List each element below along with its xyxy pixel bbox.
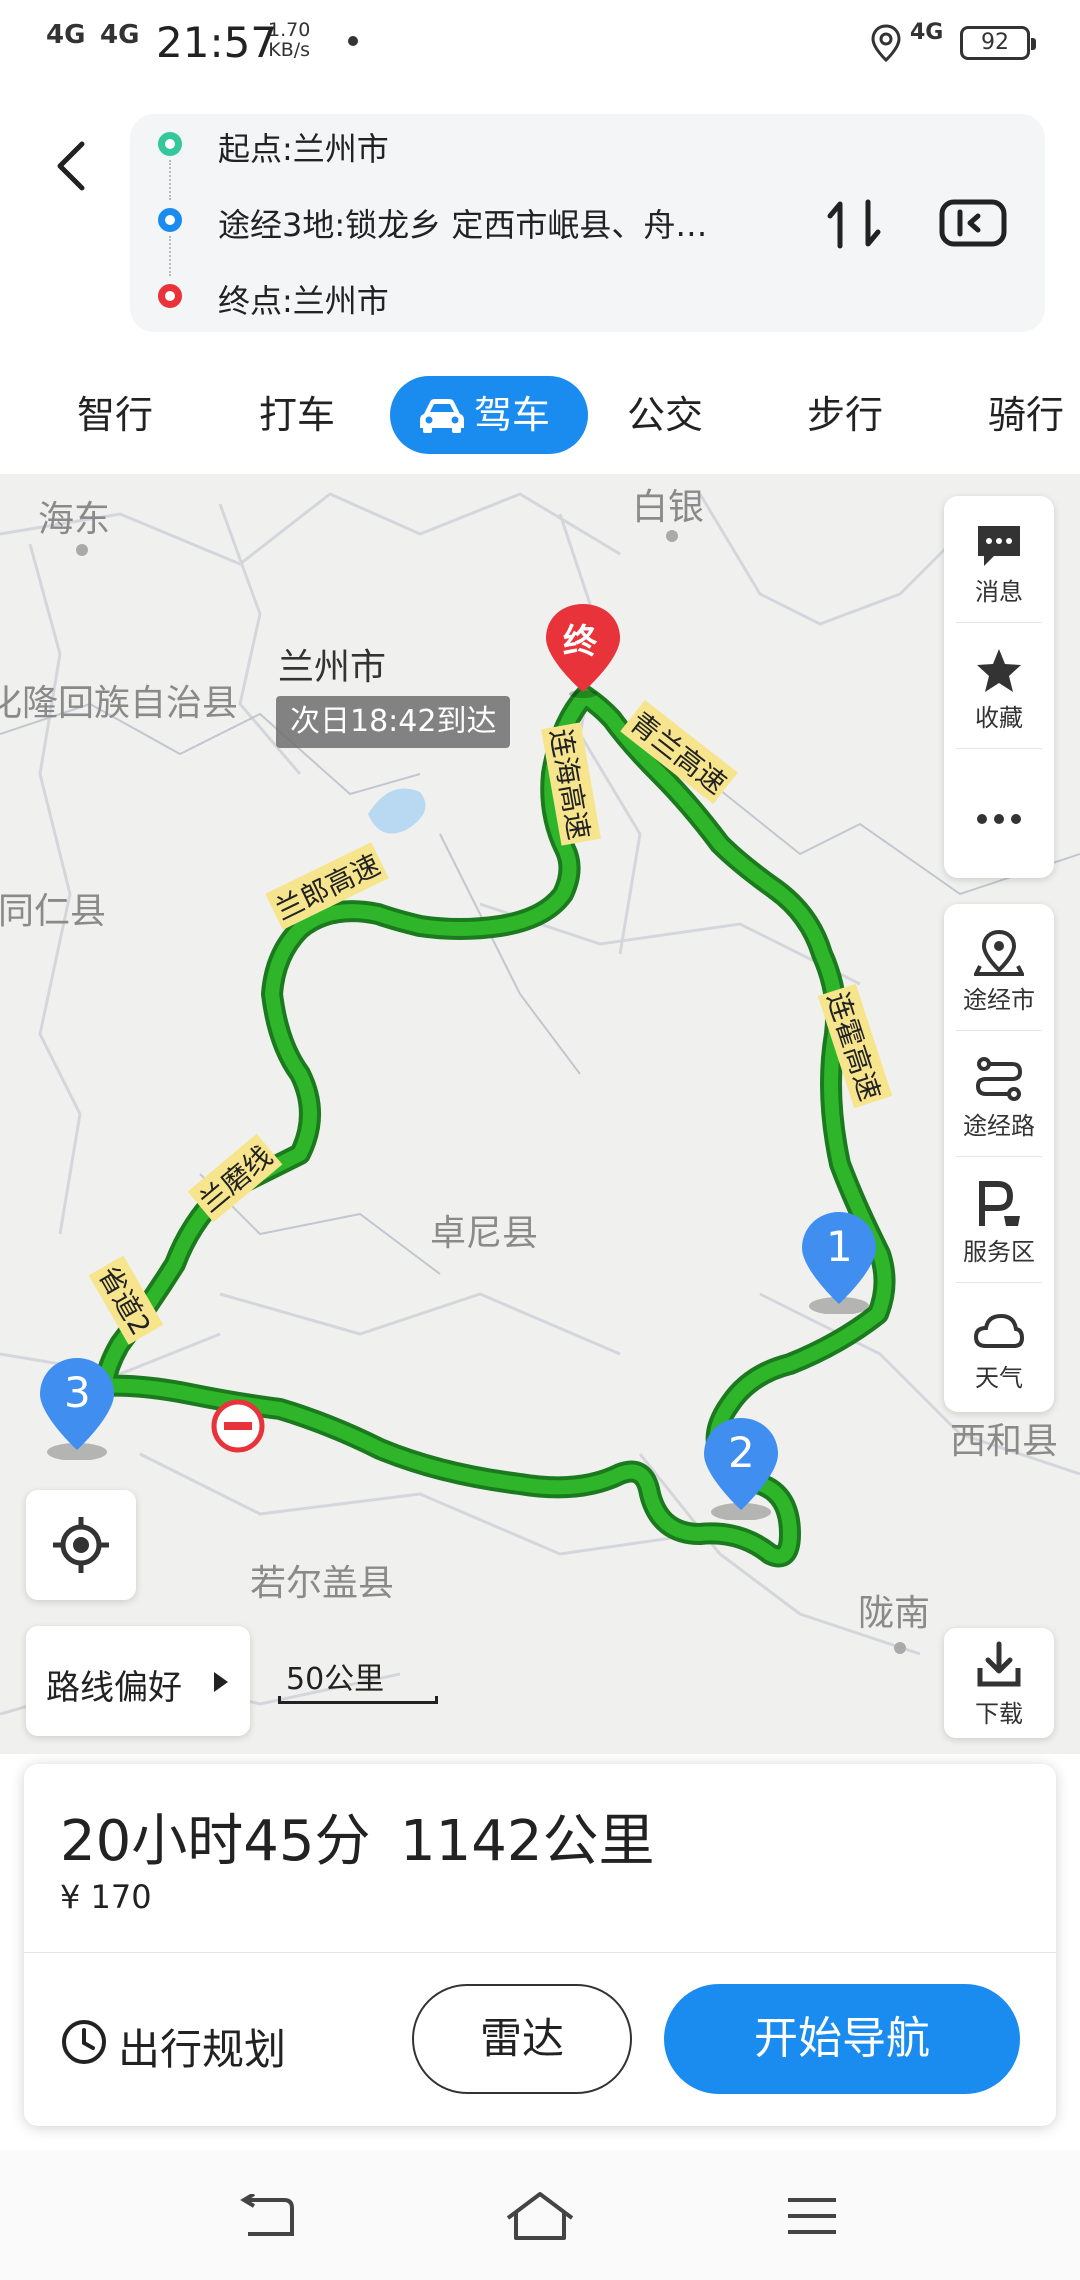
place-longnan: 陇南	[858, 1593, 931, 1634]
place-ruoergai: 若尔盖县	[250, 1563, 395, 1604]
place-zhuoni: 卓尼县	[430, 1213, 539, 1254]
clock-icon	[62, 2020, 106, 2064]
waypoint-3-label: 3	[64, 1368, 91, 1417]
battery-indicator: 92	[960, 26, 1036, 60]
swap-icon[interactable]	[826, 196, 882, 252]
signal-1: 4G	[46, 20, 86, 50]
place-baiyin: 白银	[632, 487, 705, 528]
place-lanzhou: 兰州市	[278, 647, 387, 688]
signal-2: 4G	[100, 20, 140, 50]
tab-drive[interactable]: 驾车	[390, 376, 588, 454]
back-arrow-icon[interactable]	[52, 140, 92, 192]
triangle-right-icon	[214, 1672, 228, 1692]
map-pin-icon	[974, 929, 1024, 976]
add-waypoint-icon[interactable]	[938, 198, 1008, 248]
tab-bike[interactable]: 骑行	[960, 376, 1080, 454]
weather-button[interactable]: 天气	[944, 1282, 1054, 1408]
place-hualong: 化隆回族自治县	[0, 683, 239, 724]
net-speed: 1.70 KB/s	[268, 19, 311, 61]
menu-icon[interactable]	[784, 2196, 840, 2236]
duration: 20小时45分	[60, 1809, 371, 1874]
download-button[interactable]: 下载	[944, 1628, 1054, 1738]
end-dot-icon	[158, 284, 182, 308]
transport-tabs: 智行 打车 驾车 公交 步行 骑行	[0, 354, 1080, 474]
tab-bus[interactable]: 公交	[590, 376, 740, 454]
service-area-button[interactable]: 服务区	[944, 1156, 1054, 1282]
via-dot-icon	[158, 208, 182, 232]
scale-label: 50公里	[286, 1662, 385, 1697]
route-summary-panel: 20小时45分 1142公里 ¥ 170 出行规划 雷达 开始导航	[24, 1764, 1056, 2126]
tab-taxi[interactable]: 打车	[222, 376, 372, 454]
more-icon	[977, 814, 1021, 824]
star-icon	[977, 649, 1021, 692]
clock: 21:57	[156, 18, 278, 67]
locate-button[interactable]	[26, 1490, 136, 1600]
message-icon	[978, 526, 1020, 566]
signal-right: 4G	[910, 20, 944, 45]
end-marker-label: 终	[563, 622, 597, 662]
home-icon[interactable]	[504, 2190, 576, 2244]
radar-button[interactable]: 雷达	[412, 1984, 632, 2094]
place-xihe: 西和县	[950, 1421, 1059, 1462]
scale-bar	[278, 1696, 438, 1704]
via-city-button[interactable]: 途经市	[944, 904, 1054, 1030]
place-haidong: 海东	[38, 499, 111, 540]
place-tongren: 同仁县	[0, 891, 107, 932]
start-dot-icon	[158, 132, 182, 156]
side-tools-top: 消息 收藏	[944, 496, 1054, 878]
arrival-time: 次日18:42到达	[276, 696, 511, 748]
route-icon	[975, 1057, 1023, 1101]
tab-smart[interactable]: 智行	[40, 376, 190, 454]
car-icon	[420, 399, 464, 433]
toll-cost: ¥ 170	[60, 1878, 152, 1916]
download-icon	[977, 1641, 1021, 1687]
message-button[interactable]: 消息	[944, 496, 1054, 622]
via-road-button[interactable]: 途经路	[944, 1030, 1054, 1156]
map-view[interactable]: 海东 白银 兰州市 化隆回族自治县 同仁县 卓尼县 西和县 陇南 若尔盖县 兰郎…	[0, 474, 1080, 1754]
notification-dot	[348, 36, 358, 46]
crosshair-icon	[53, 1517, 109, 1573]
distance: 1142公里	[400, 1809, 655, 1874]
more-button[interactable]	[944, 748, 1054, 874]
cloud-icon	[974, 1313, 1024, 1348]
end-point[interactable]: 终点:兰州市	[218, 276, 389, 322]
waypoint-1-label: 1	[826, 1222, 853, 1271]
location-icon	[871, 24, 901, 62]
trip-plan-button[interactable]: 出行规划	[60, 1996, 300, 2086]
tab-walk[interactable]: 步行	[770, 376, 920, 454]
waypoint-2-label: 2	[728, 1428, 755, 1477]
route-input-box: 起点:兰州市 途经3地:锁龙乡 定西市岷县、舟… 终点:兰州市	[130, 114, 1045, 332]
system-nav-bar	[0, 2150, 1080, 2280]
start-point[interactable]: 起点:兰州市	[218, 124, 389, 170]
route-preference-button[interactable]: 路线偏好	[26, 1626, 250, 1736]
parking-icon	[979, 1181, 1020, 1226]
start-navigation-button[interactable]: 开始导航	[664, 1984, 1020, 2094]
route-header: 起点:兰州市 途经3地:锁龙乡 定西市岷县、舟… 终点:兰州市	[0, 84, 1080, 354]
side-tools-bottom: 途经市 途经路 服务区 天气	[944, 904, 1054, 1412]
status-bar: 4G 4G 21:57 1.70 KB/s 4G 92	[0, 0, 1080, 84]
favorite-button[interactable]: 收藏	[944, 622, 1054, 748]
via-points[interactable]: 途经3地:锁龙乡 定西市岷县、舟…	[218, 200, 707, 246]
back-icon[interactable]	[240, 2194, 296, 2240]
